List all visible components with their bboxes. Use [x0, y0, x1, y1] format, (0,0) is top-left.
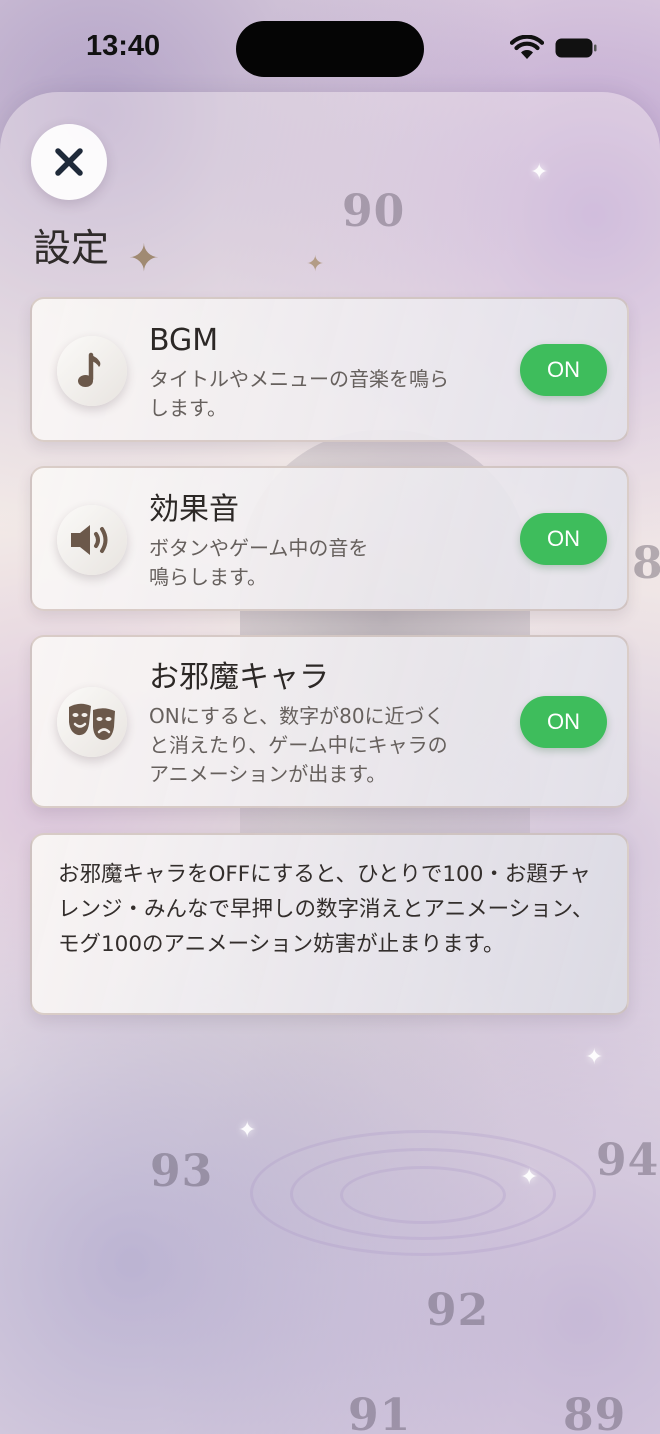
- sparkle-icon: ✦: [238, 1118, 257, 1143]
- background-number: 91: [348, 1390, 412, 1434]
- sparkle-icon: ✦: [585, 1045, 604, 1070]
- background-number: 92: [426, 1285, 490, 1336]
- setting-title-obstacle-character: お邪魔キャラ: [149, 660, 329, 695]
- sparkle-icon: ✦: [306, 252, 325, 277]
- setting-description-bgm: タイトルやメニューの音楽を鳴ら します。: [149, 367, 449, 420]
- setting-card-bgm: BGM タイトルやメニューの音楽を鳴ら します。 ON: [30, 297, 629, 442]
- bgm-icon-container: [57, 336, 127, 406]
- setting-title-bgm: BGM: [149, 323, 219, 358]
- bgm-toggle[interactable]: ON: [520, 344, 607, 396]
- setting-card-obstacle-character: お邪魔キャラ ONにすると、数字が80に近づく と消えたり、ゲーム中にキャラの …: [30, 635, 629, 808]
- status-bar: 13:40: [0, 0, 660, 92]
- info-notice-text: お邪魔キャラをOFFにすると、ひとりで100・お題チャレンジ・みんなで早押しの数…: [58, 862, 594, 957]
- battery-icon: [555, 38, 597, 58]
- page-title: 設定: [33, 226, 110, 270]
- obstacle-character-toggle[interactable]: ON: [520, 696, 607, 748]
- sparkle-icon: ✦: [128, 236, 160, 280]
- close-icon: [55, 148, 83, 176]
- setting-title-sound-effects: 効果音: [149, 492, 239, 527]
- background-number: 90: [342, 186, 406, 237]
- sparkle-icon: ✦: [520, 1165, 539, 1190]
- background-number: 93: [150, 1146, 214, 1197]
- sound-effects-icon-container: [57, 505, 127, 575]
- music-note-icon: [78, 352, 101, 387]
- close-button[interactable]: [31, 124, 107, 200]
- theater-masks-icon: [69, 703, 115, 740]
- sound-effects-toggle[interactable]: ON: [520, 513, 607, 565]
- sparkle-icon: ✦: [530, 160, 549, 185]
- background-number: 8: [632, 538, 660, 589]
- setting-description-sound-effects: ボタンやゲーム中の音を 鳴らします。: [149, 536, 369, 589]
- info-notice: お邪魔キャラをOFFにすると、ひとりで100・お題チャレンジ・みんなで早押しの数…: [30, 833, 629, 1015]
- obstacle-character-icon-container: [57, 687, 127, 757]
- status-time: 13:40: [86, 30, 161, 62]
- background-number: 89: [563, 1390, 627, 1434]
- setting-card-sound-effects: 効果音 ボタンやゲーム中の音を 鳴らします。 ON: [30, 466, 629, 611]
- dynamic-island: [236, 21, 424, 77]
- speaker-icon: [71, 525, 108, 555]
- background-number: 94: [596, 1135, 660, 1186]
- setting-description-obstacle-character: ONにすると、数字が80に近づく と消えたり、ゲーム中にキャラの アニメーション…: [149, 704, 448, 786]
- wifi-icon: [510, 35, 544, 59]
